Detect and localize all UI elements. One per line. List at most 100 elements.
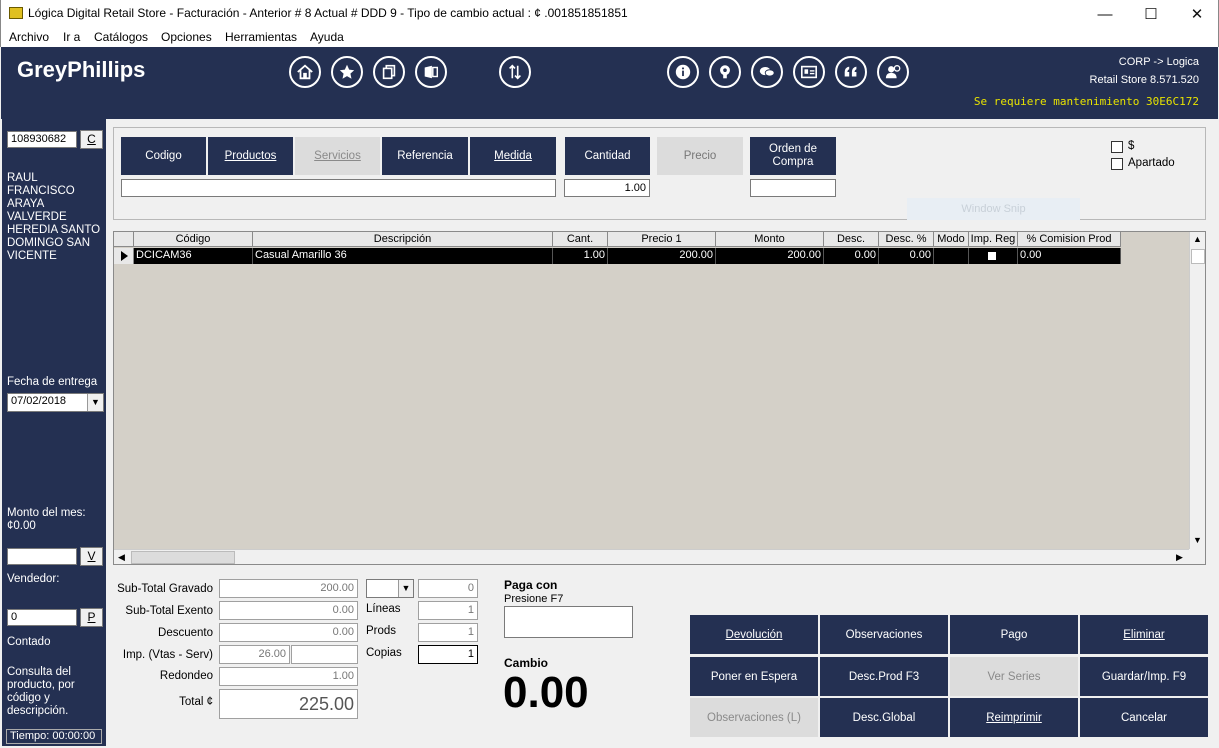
cell-desc[interactable]: 0.00 xyxy=(824,248,879,264)
poner-espera-button[interactable]: Poner en Espera xyxy=(690,657,818,696)
seller-input[interactable]: 0 xyxy=(7,609,77,626)
cell-monto[interactable]: 200.00 xyxy=(716,248,824,264)
minimize-button[interactable]: — xyxy=(1082,0,1128,28)
invoice-grid: Código Descripción Cant. Precio 1 Monto … xyxy=(113,231,1206,565)
scroll-up-icon[interactable]: ▲ xyxy=(1193,234,1202,244)
chevron-down-icon[interactable]: ▼ xyxy=(398,580,413,597)
cambio-value: 0.00 xyxy=(503,668,589,717)
desc-prod-button[interactable]: Desc.Prod F3 xyxy=(820,657,948,696)
vertical-scrollbar[interactable]: ▲ ▼ xyxy=(1189,232,1205,549)
cell-imp-reg[interactable] xyxy=(969,248,1018,264)
lineas-field: 1 xyxy=(418,601,478,620)
grid-corner xyxy=(114,232,134,247)
cell-desc-pct[interactable]: 0.00 xyxy=(879,248,934,264)
cell-modo[interactable] xyxy=(934,248,969,264)
guardar-imprimir-button[interactable]: Guardar/Imp. F9 xyxy=(1080,657,1208,696)
chat-icon[interactable] xyxy=(751,56,783,88)
menu-catalogos[interactable]: Catálogos xyxy=(94,30,148,44)
row-pointer-icon xyxy=(121,251,128,261)
copias-input[interactable]: 1 xyxy=(418,645,478,664)
row-indicator[interactable] xyxy=(114,248,134,264)
menu-ayuda[interactable]: Ayuda xyxy=(310,30,344,44)
col-desc-pct[interactable]: Desc. % xyxy=(879,232,934,247)
delivery-date-picker[interactable]: 07/02/2018 ▼ xyxy=(7,393,104,412)
observaciones-l-button[interactable]: Observaciones (L) xyxy=(690,698,818,737)
press-f7-hint: Presione F7 xyxy=(504,593,564,605)
window-title: Lógica Digital Retail Store - Facturació… xyxy=(28,6,628,20)
v-input[interactable] xyxy=(7,548,77,565)
horizontal-scroll-thumb[interactable] xyxy=(131,551,235,564)
redondeo-field: 1.00 xyxy=(219,667,358,686)
client-search-button[interactable]: C xyxy=(80,130,103,149)
cell-codigo[interactable]: DCICAM36 xyxy=(134,248,253,264)
scroll-left-icon[interactable]: ◀ xyxy=(118,552,125,563)
maximize-button[interactable]: ☐ xyxy=(1128,0,1174,28)
reimprimir-button[interactable]: Reimprimir xyxy=(950,698,1078,737)
menu-herramientas[interactable]: Herramientas xyxy=(225,30,297,44)
copy-icon[interactable] xyxy=(373,56,405,88)
menu-archivo[interactable]: Archivo xyxy=(9,30,49,44)
medida-button[interactable]: Medida xyxy=(470,137,556,175)
idea-icon[interactable] xyxy=(709,56,741,88)
menu-opciones[interactable]: Opciones xyxy=(161,30,212,44)
col-descripcion[interactable]: Descripción xyxy=(253,232,553,247)
referencia-button[interactable]: Referencia xyxy=(382,137,468,175)
contact-card-icon[interactable] xyxy=(793,56,825,88)
pago-button[interactable]: Pago xyxy=(950,615,1078,654)
servicios-button[interactable]: Servicios xyxy=(295,137,380,175)
v-button[interactable]: V xyxy=(80,547,103,566)
productos-button[interactable]: Productos xyxy=(208,137,293,175)
options-dropdown[interactable]: ▼ xyxy=(366,579,414,598)
col-modo[interactable]: Modo xyxy=(934,232,969,247)
quantity-input[interactable]: 1.00 xyxy=(564,179,650,197)
eliminar-button[interactable]: Eliminar xyxy=(1080,615,1208,654)
observaciones-button[interactable]: Observaciones xyxy=(820,615,948,654)
imp-reg-checkbox[interactable] xyxy=(988,252,996,260)
cell-comision[interactable]: 0.00 xyxy=(1018,248,1121,264)
scroll-right-icon[interactable]: ▶ xyxy=(1176,552,1183,563)
close-button[interactable]: ✕ xyxy=(1174,0,1219,28)
desc-global-button[interactable]: Desc.Global xyxy=(820,698,948,737)
cancelar-button[interactable]: Cancelar xyxy=(1080,698,1208,737)
col-imp-reg[interactable]: Imp. Reg xyxy=(969,232,1018,247)
reimprimir-label: Reimprimir xyxy=(986,711,1042,724)
app-header: GreyPhillips CORP -> Logica Retail Store… xyxy=(1,47,1218,119)
col-precio[interactable]: Precio 1 xyxy=(608,232,716,247)
dollar-checkbox[interactable] xyxy=(1111,141,1123,153)
cell-precio[interactable]: 200.00 xyxy=(608,248,716,264)
col-codigo[interactable]: Código xyxy=(134,232,253,247)
seller-button[interactable]: P xyxy=(80,608,103,627)
col-desc[interactable]: Desc. xyxy=(824,232,879,247)
codigo-button[interactable]: Codigo xyxy=(121,137,206,175)
apartado-checkbox[interactable] xyxy=(1111,158,1123,170)
info-icon[interactable] xyxy=(667,56,699,88)
sort-icon[interactable] xyxy=(499,56,531,88)
col-comision[interactable]: % Comision Prod xyxy=(1018,232,1121,247)
paga-con-input[interactable] xyxy=(504,606,633,638)
devolucion-button[interactable]: Devolución xyxy=(690,615,818,654)
dollar-checkbox-label: $ xyxy=(1128,140,1135,152)
menu-ir-a[interactable]: Ir a xyxy=(63,30,80,44)
quote-icon[interactable] xyxy=(835,56,867,88)
scroll-down-icon[interactable]: ▼ xyxy=(1193,535,1202,545)
chevron-down-icon[interactable]: ▼ xyxy=(87,394,103,411)
cell-cant[interactable]: 1.00 xyxy=(553,248,608,264)
star-icon[interactable] xyxy=(331,56,363,88)
col-cant[interactable]: Cant. xyxy=(553,232,608,247)
horizontal-scrollbar[interactable]: ◀ ▶ xyxy=(114,549,1189,564)
cell-descripcion[interactable]: Casual Amarillo 36 xyxy=(253,248,553,264)
title-bar: Lógica Digital Retail Store - Facturació… xyxy=(0,0,1219,28)
support-icon[interactable] xyxy=(877,56,909,88)
col-monto[interactable]: Monto xyxy=(716,232,824,247)
office-icon[interactable] xyxy=(415,56,447,88)
vertical-scroll-thumb[interactable] xyxy=(1191,249,1205,264)
productos-label: Productos xyxy=(224,149,277,162)
cantidad-button[interactable]: Cantidad xyxy=(565,137,650,175)
client-id-input[interactable]: 108930682 xyxy=(7,131,77,148)
purchase-order-input[interactable] xyxy=(750,179,836,197)
precio-button[interactable]: Precio xyxy=(657,137,743,175)
orden-compra-button[interactable]: Orden de Compra xyxy=(750,137,836,175)
product-search-input[interactable] xyxy=(121,179,556,197)
ver-series-button[interactable]: Ver Series xyxy=(950,657,1078,696)
home-icon[interactable] xyxy=(289,56,321,88)
